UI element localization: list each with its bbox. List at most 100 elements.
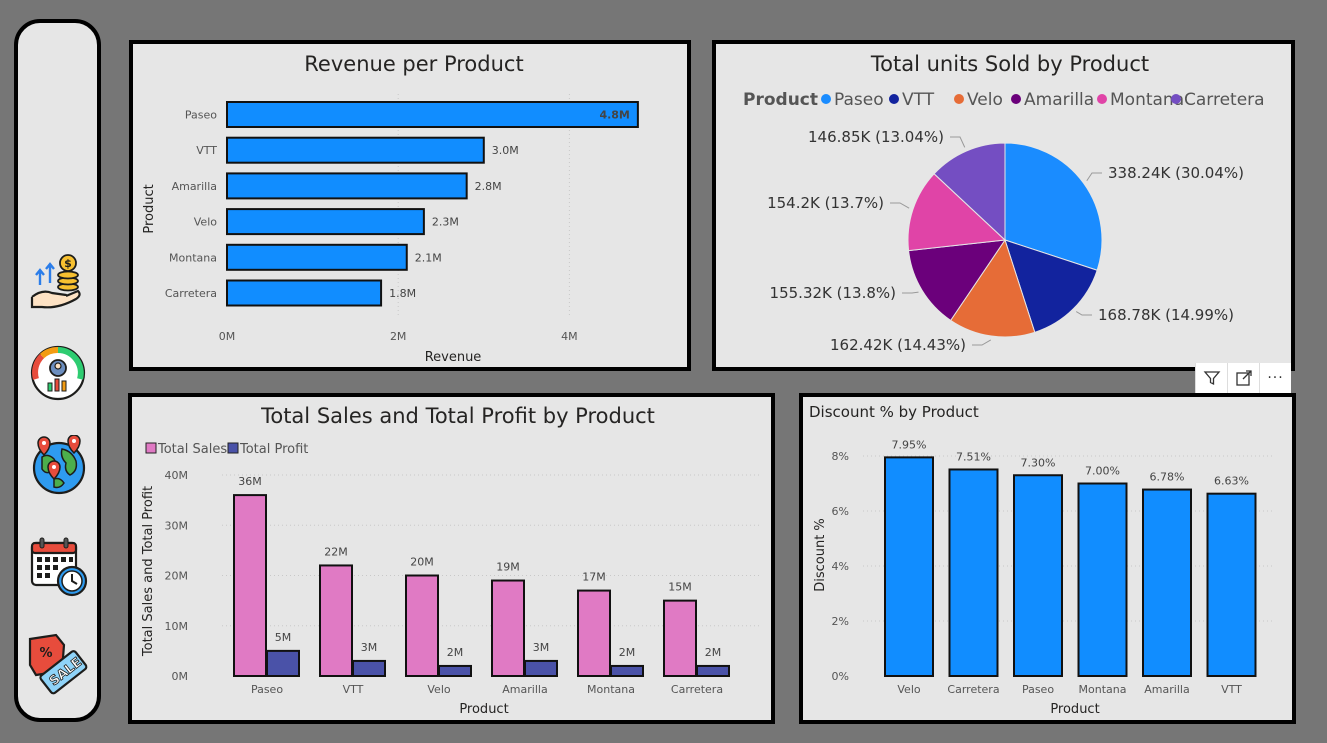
y-tick-label: 0M xyxy=(172,670,189,683)
bar xyxy=(696,664,730,678)
data-label: 2.3M xyxy=(432,216,459,229)
data-label: 19M xyxy=(496,561,520,574)
legend-title: Product xyxy=(743,90,818,110)
leader-line xyxy=(902,291,919,294)
data-label: 7.30% xyxy=(1021,456,1056,469)
x-tick-label: Paseo xyxy=(251,683,283,696)
bar xyxy=(524,659,558,677)
data-label: 4.8M xyxy=(599,109,629,122)
svg-text:%: % xyxy=(39,646,52,661)
data-label: 5M xyxy=(275,631,292,644)
sales-profit-column-chart: Total Sales and Total Profit by Product T… xyxy=(141,404,762,717)
bar xyxy=(405,574,439,677)
slice-label: 168.78K (14.99%) xyxy=(1098,306,1234,324)
focus-mode-icon[interactable] xyxy=(1227,363,1259,393)
y-tick-label: Carretera xyxy=(165,287,217,300)
y-tick-label: 40M xyxy=(165,469,189,482)
x-tick-label: Paseo xyxy=(1022,683,1054,696)
data-label: 17M xyxy=(582,571,606,584)
y-tick-label: VTT xyxy=(196,144,217,157)
x-tick-label: Velo xyxy=(427,683,450,696)
data-label: 2.1M xyxy=(415,251,442,264)
bar xyxy=(266,649,300,677)
bar xyxy=(1077,482,1128,677)
nav-sidebar: $ % SALE xyxy=(14,19,101,722)
bar xyxy=(577,589,611,677)
bar xyxy=(438,664,472,678)
legend-label: Paseo xyxy=(834,90,884,110)
data-label: 1.8M xyxy=(389,287,416,300)
discount-chart-panel[interactable]: Discount % by Product 0% 2% 4% 6% 8% 7.95% Velo… xyxy=(799,393,1296,724)
leader-line xyxy=(1075,311,1092,316)
y-axis-title: Total Sales and Total Profit xyxy=(141,486,156,657)
y-tick-label: 30M xyxy=(165,519,189,532)
bar xyxy=(226,172,468,200)
y-tick-label: 8% xyxy=(832,450,849,463)
units-pie-chart: Total units Sold by Product Product Paseo V… xyxy=(743,52,1265,354)
x-tick-label: Velo xyxy=(897,683,920,696)
x-tick-label: Amarilla xyxy=(502,683,547,696)
bar xyxy=(1142,488,1192,677)
data-label: 7.51% xyxy=(956,450,991,463)
bar xyxy=(610,664,644,678)
legend-label: Carretera xyxy=(1184,90,1265,110)
data-label: 3M xyxy=(361,641,378,654)
x-tick-label: 0M xyxy=(219,330,236,343)
chart-title: Total units Sold by Product xyxy=(870,52,1149,76)
slice-label: 338.24K (30.04%) xyxy=(1108,164,1244,182)
legend-label: Total Sales xyxy=(157,442,227,457)
legend-marker xyxy=(954,94,964,104)
more-options-label: ··· xyxy=(1267,370,1284,386)
revenue-money-hand-icon[interactable]: $ xyxy=(28,251,88,311)
slice-label: 146.85K (13.04%) xyxy=(808,128,944,146)
y-tick-label: 6% xyxy=(832,505,849,518)
x-tick-label: VTT xyxy=(1221,683,1242,696)
y-tick-label: 4% xyxy=(832,560,849,573)
slice-label: 155.32K (13.8%) xyxy=(770,284,896,302)
y-tick-label: 2% xyxy=(832,615,849,628)
x-tick-label: Carretera xyxy=(671,683,723,696)
data-label: 7.00% xyxy=(1085,465,1120,478)
calendar-clock-icon[interactable] xyxy=(28,535,88,597)
filter-icon[interactable] xyxy=(1195,363,1227,393)
y-tick-label: Montana xyxy=(169,251,217,264)
y-tick-label: 10M xyxy=(165,620,189,633)
more-options-icon[interactable]: ··· xyxy=(1259,363,1291,393)
units-chart-panel[interactable]: Total units Sold by Product Product Paseo V… xyxy=(712,40,1295,371)
y-tick-label: Paseo xyxy=(185,109,217,122)
bar xyxy=(663,599,697,677)
performance-gauge-icon[interactable] xyxy=(28,343,88,403)
data-label: 2M xyxy=(619,646,636,659)
x-tick-label: 4M xyxy=(561,330,578,343)
sale-tag-icon[interactable]: % SALE xyxy=(28,631,88,695)
legend-marker xyxy=(821,94,831,104)
x-tick-label: Montana xyxy=(587,683,635,696)
revenue-chart-panel[interactable]: Revenue per Product 0M 2M 4M Paseo 4.8M VTT 3.0… xyxy=(129,40,691,371)
slice-label: 154.2K (13.7%) xyxy=(767,194,884,212)
sales-profit-chart-panel[interactable]: Total Sales and Total Profit by Product T… xyxy=(128,393,775,724)
chart-title: Total Sales and Total Profit by Product xyxy=(260,404,655,428)
bar xyxy=(352,659,386,677)
x-tick-label: Amarilla xyxy=(1144,683,1189,696)
data-label: 2.8M xyxy=(475,180,502,193)
x-tick-label: 2M xyxy=(390,330,407,343)
bar xyxy=(226,136,485,164)
data-label: 3.0M xyxy=(492,144,519,157)
bar xyxy=(319,564,353,677)
discount-column-chart: Discount % by Product 0% 2% 4% 6% 8% 7.95% Velo… xyxy=(809,403,1273,717)
revenue-bar-chart: Revenue per Product 0M 2M 4M Paseo 4.8M VTT 3.0… xyxy=(142,52,639,365)
legend-marker xyxy=(1097,94,1107,104)
data-label: 6.63% xyxy=(1214,475,1249,488)
x-axis-title: Product xyxy=(1050,702,1099,717)
legend-label: VTT xyxy=(902,90,935,110)
bar xyxy=(884,456,934,677)
legend-label: Total Profit xyxy=(239,442,308,457)
bar xyxy=(226,101,639,128)
data-label: 15M xyxy=(668,581,692,594)
globe-location-icon[interactable] xyxy=(28,434,88,495)
x-tick-label: Carretera xyxy=(947,683,999,696)
bar xyxy=(1013,474,1063,677)
y-tick-label: Velo xyxy=(194,216,217,229)
y-tick-label: 20M xyxy=(165,570,189,583)
data-label: 3M xyxy=(533,641,550,654)
